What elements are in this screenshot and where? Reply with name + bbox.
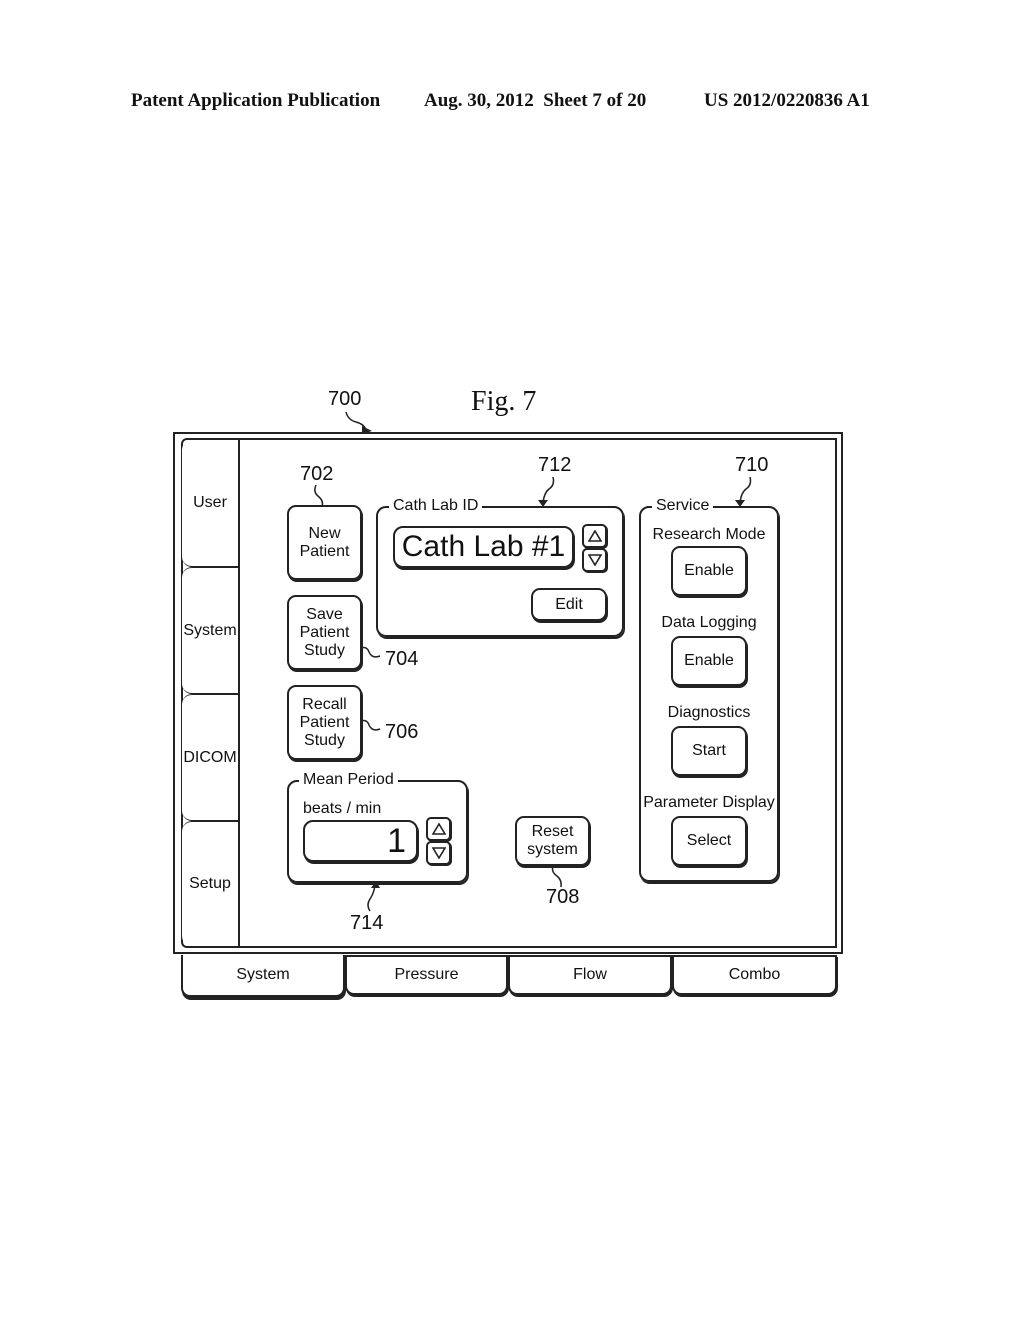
ref-label-706: 706 — [385, 721, 419, 743]
reset-system-button[interactable]: Reset system — [515, 816, 590, 866]
cath-lab-id-legend: Cath Lab ID — [389, 497, 483, 515]
sidebar-divider — [238, 440, 240, 948]
mean-period-value: 1 — [387, 821, 406, 860]
bottom-tab-pressure[interactable]: Pressure — [345, 955, 508, 995]
parameter-display-select-button[interactable]: Select — [671, 816, 747, 866]
bottom-tab-flow[interactable]: Flow — [508, 955, 672, 995]
mean-period-down-button[interactable] — [426, 841, 451, 865]
bottom-tab-label: Pressure — [394, 966, 459, 983]
triangle-up-icon — [587, 530, 602, 542]
triangle-up-icon — [431, 823, 446, 835]
triangle-down-icon — [431, 847, 446, 859]
bottom-tab-label: System — [236, 966, 290, 983]
service-legend: Service — [652, 497, 714, 515]
sidebar-tab-system[interactable]: System — [182, 567, 238, 694]
cath-lab-id-value: Cath Lab #1 — [401, 530, 566, 563]
sidebar-tab-label: Setup — [189, 875, 231, 892]
ref-label-712: 712 — [538, 454, 572, 476]
diagnostics-start-button[interactable]: Start — [671, 726, 747, 776]
sidebar-tab-label: User — [193, 494, 227, 511]
ref-label-714: 714 — [350, 912, 384, 934]
mean-period-field[interactable]: 1 — [303, 820, 418, 862]
ref-label-704: 704 — [385, 648, 419, 670]
bottom-tab-label: Flow — [573, 966, 607, 983]
parameter-display-label: Parameter Display — [643, 794, 775, 811]
ref-label-702: 702 — [300, 463, 334, 485]
bottom-tab-label: Combo — [728, 966, 781, 983]
cath-lab-id-field[interactable]: Cath Lab #1 — [393, 526, 574, 568]
ref-label-708: 708 — [546, 886, 580, 908]
sidebar-tab-user[interactable]: User — [182, 440, 238, 567]
mean-period-legend: Mean Period — [299, 771, 398, 789]
data-logging-enable-button[interactable]: Enable — [671, 636, 747, 686]
save-patient-study-button[interactable]: Save Patient Study — [287, 595, 362, 670]
new-patient-button[interactable]: New Patient — [287, 505, 362, 580]
sidebar-tab-dicom[interactable]: DICOM — [182, 694, 238, 821]
mean-period-up-button[interactable] — [426, 817, 451, 841]
cath-lab-down-button[interactable] — [582, 548, 607, 572]
beats-per-min-label: beats / min — [303, 800, 382, 817]
ref-label-710: 710 — [735, 454, 769, 476]
sidebar-tab-setup[interactable]: Setup — [182, 821, 238, 946]
bottom-tab-system[interactable]: System — [181, 955, 345, 997]
research-mode-label: Research Mode — [652, 526, 766, 543]
recall-patient-study-button[interactable]: Recall Patient Study — [287, 685, 362, 760]
data-logging-label: Data Logging — [661, 614, 757, 631]
bottom-tab-combo[interactable]: Combo — [672, 955, 837, 995]
diagnostics-label: Diagnostics — [667, 704, 751, 721]
triangle-down-icon — [587, 554, 602, 566]
sidebar-tab-label: System — [183, 621, 237, 639]
sidebar-tab-label: DICOM — [183, 748, 237, 766]
research-mode-enable-button[interactable]: Enable — [671, 546, 747, 596]
edit-button[interactable]: Edit — [531, 588, 607, 621]
cath-lab-up-button[interactable] — [582, 524, 607, 548]
